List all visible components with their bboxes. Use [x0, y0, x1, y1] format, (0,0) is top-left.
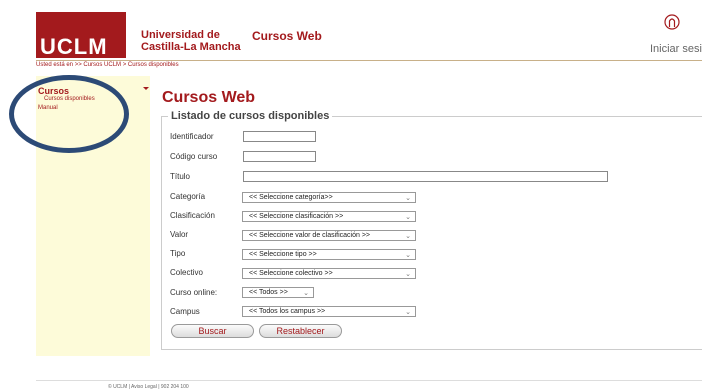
- user-icon[interactable]: [664, 14, 680, 32]
- header-divider: [36, 60, 702, 61]
- curso-online-label: Curso online:: [170, 288, 218, 297]
- codigo-curso-label: Código curso: [170, 152, 218, 161]
- clasificacion-label: Clasificación: [170, 211, 215, 220]
- colectivo-label: Colectivo: [170, 268, 203, 277]
- footer-divider: [36, 380, 702, 381]
- tipo-select[interactable]: << Seleccione tipo >> ⌄: [242, 249, 416, 260]
- logo-text: UCLM: [40, 34, 108, 58]
- footer-text: © UCLM | Aviso Legal | 902 204 100: [108, 384, 189, 390]
- chevron-down-icon: ⌄: [303, 290, 309, 297]
- chevron-down-icon: ⌄: [405, 233, 411, 240]
- categoria-select[interactable]: << Seleccione categoría>> ⌄: [242, 192, 416, 203]
- chevron-down-icon: ⌄: [405, 252, 411, 259]
- curso-online-select[interactable]: << Todos >> ⌄: [242, 287, 314, 298]
- codigo-curso-input[interactable]: [243, 151, 316, 162]
- identificador-label: Identificador: [170, 132, 214, 141]
- university-name: Universidad de Castilla-La Mancha: [141, 29, 241, 53]
- breadcrumb[interactable]: Usted está en >> Cursos UCLM > Cursos di…: [36, 62, 179, 68]
- highlight-circle: [9, 75, 129, 153]
- reset-button[interactable]: Restablecer: [259, 324, 342, 338]
- colectivo-select[interactable]: << Seleccione colectivo >> ⌄: [242, 268, 416, 279]
- clasificacion-select[interactable]: << Seleccione clasificación >> ⌄: [242, 211, 416, 222]
- tipo-label: Tipo: [170, 249, 186, 258]
- login-link[interactable]: Iniciar sesión: [650, 43, 702, 55]
- campus-select[interactable]: << Todos los campus >> ⌄: [242, 306, 416, 317]
- categoria-label: Categoría: [170, 192, 206, 201]
- chevron-down-icon: ⌄: [405, 214, 411, 221]
- search-button[interactable]: Buscar: [171, 324, 254, 338]
- chevron-down-icon: ⌄: [405, 195, 411, 202]
- uclm-logo[interactable]: UCLM: [36, 12, 126, 58]
- chevron-down-icon: ⌄: [405, 271, 411, 278]
- titulo-input[interactable]: [243, 171, 608, 182]
- page-title: Cursos Web: [162, 89, 256, 106]
- chevron-down-icon: ⌄: [405, 309, 411, 316]
- valor-label: Valor: [170, 230, 189, 239]
- collapse-arrow-icon[interactable]: [143, 87, 149, 90]
- fieldset-legend: Listado de cursos disponibles: [171, 110, 330, 122]
- valor-select[interactable]: << Seleccione valor de clasificación >> …: [242, 230, 416, 241]
- app-title: Cursos Web: [252, 29, 322, 43]
- titulo-label: Título: [170, 172, 191, 181]
- identificador-input[interactable]: [243, 131, 316, 142]
- campus-label: Campus: [170, 307, 200, 316]
